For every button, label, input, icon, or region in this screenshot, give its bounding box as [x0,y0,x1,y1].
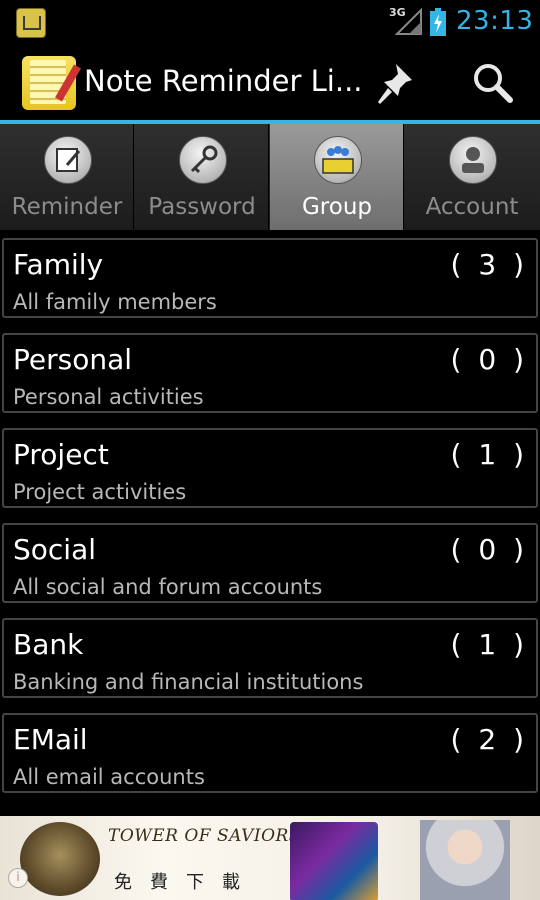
person-icon [449,136,497,184]
group-name: Project [13,438,109,471]
search-icon[interactable] [468,58,518,108]
ad-emblem-icon [20,822,100,896]
list-item[interactable]: Project ( 1 ) Project activities [2,428,538,508]
list-item[interactable]: Family ( 3 ) All family members [2,238,538,318]
group-description: Project activities [13,480,187,504]
group-name: Bank [13,628,84,661]
group-icon [314,136,362,184]
ad-title: TOWER OF SAVIORS [108,826,301,846]
ad-banner[interactable]: TOWER OF SAVIORS 免費下載 [0,816,540,900]
group-description: All email accounts [13,765,205,789]
list-item[interactable]: EMail ( 2 ) All email accounts [2,713,538,793]
group-count: ( 0 ) [450,343,528,376]
list-item[interactable]: Social ( 0 ) All social and forum accoun… [2,523,538,603]
group-count: ( 0 ) [450,533,528,566]
group-count: ( 3 ) [450,248,528,281]
tab-group[interactable]: Group [270,124,404,230]
status-bar: 3G 23:13 [0,0,540,44]
battery-icon [430,8,446,36]
group-name: Social [13,533,97,566]
group-description: Personal activities [13,385,204,409]
group-description: All social and forum accounts [13,575,323,599]
group-count: ( 1 ) [450,438,528,471]
signal-icon: 3G [389,6,423,36]
tab-group-label: Group [301,194,373,220]
pin-icon[interactable] [372,58,422,108]
app-title: Note Reminder Li... [84,64,363,98]
tab-account[interactable]: Account [405,124,540,230]
group-name: Family [13,248,104,281]
tab-bar: Reminder Password Group Account [0,124,540,230]
ad-info-icon[interactable]: i [8,868,28,888]
notification-app-icon [16,8,46,38]
notepad-icon [44,136,92,184]
key-icon [179,136,227,184]
group-name: EMail [13,723,88,756]
tab-account-label: Account [425,194,519,220]
list-item[interactable]: Personal ( 0 ) Personal activities [2,333,538,413]
group-description: All family members [13,290,217,314]
group-description: Banking and financial institutions [13,670,364,694]
tab-reminder[interactable]: Reminder [0,124,134,230]
ad-character-image [420,820,510,900]
tab-reminder-label: Reminder [11,194,123,220]
tab-password[interactable]: Password [135,124,269,230]
clock: 23:13 [456,6,534,36]
ad-subtitle: 免費下載 [114,872,258,893]
group-name: Personal [13,343,133,376]
list-item[interactable]: Bank ( 1 ) Banking and financial institu… [2,618,538,698]
group-count: ( 2 ) [450,723,528,756]
ad-game-card-image [290,822,378,900]
app-logo-icon[interactable] [22,56,76,110]
tab-password-label: Password [148,194,256,220]
group-count: ( 1 ) [450,628,528,661]
action-bar: Note Reminder Li... [0,44,540,120]
